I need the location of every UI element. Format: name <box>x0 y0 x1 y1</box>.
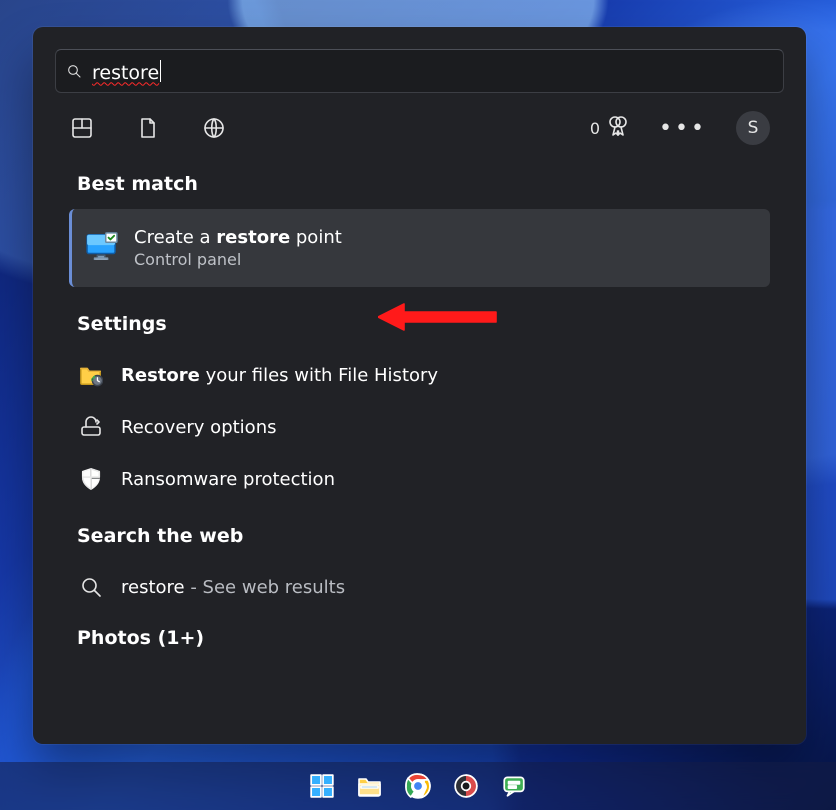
settings-result-recovery-options[interactable]: Recovery options <box>69 401 770 453</box>
avatar-initial: S <box>748 118 759 138</box>
settings-result-ransomware-protection[interactable]: Ransomware protection <box>69 453 770 505</box>
apps-filter-icon[interactable] <box>69 115 95 141</box>
recovery-icon <box>79 415 103 439</box>
section-header-web: Search the web <box>69 525 770 547</box>
start-search-panel: restore 0 ••• S Best match <box>33 27 806 744</box>
search-filter-toolbar: 0 ••• S <box>33 93 806 145</box>
section-header-photos: Photos (1+) <box>69 627 770 649</box>
chrome-icon[interactable] <box>405 773 431 799</box>
result-label: Restore your files with File History <box>121 365 438 386</box>
file-explorer-icon[interactable] <box>357 773 383 799</box>
result-label: Recovery options <box>121 417 276 438</box>
documents-filter-icon[interactable] <box>135 115 161 141</box>
search-icon <box>79 575 103 599</box>
search-icon <box>66 63 82 79</box>
best-match-subtitle: Control panel <box>134 250 342 269</box>
app-icon-circle[interactable] <box>453 773 479 799</box>
text-caret <box>160 60 161 82</box>
app-icon-chat[interactable] <box>501 773 527 799</box>
start-button[interactable] <box>309 773 335 799</box>
rewards-medal-icon <box>606 114 630 142</box>
system-properties-icon <box>86 232 118 264</box>
web-result-restore[interactable]: restore - See web results <box>69 561 770 613</box>
section-header-best-match: Best match <box>69 173 770 195</box>
best-match-result[interactable]: Create a restore point Control panel <box>69 209 770 287</box>
search-box[interactable]: restore <box>55 49 784 93</box>
result-label: restore - See web results <box>121 577 345 598</box>
result-label: Ransomware protection <box>121 469 335 490</box>
rewards-points[interactable]: 0 <box>590 114 630 142</box>
taskbar <box>0 762 836 810</box>
file-history-icon <box>79 363 103 387</box>
settings-result-file-history[interactable]: Restore your files with File History <box>69 349 770 401</box>
section-header-settings: Settings <box>69 313 770 335</box>
more-options-button[interactable]: ••• <box>670 115 696 141</box>
search-input[interactable]: restore <box>92 60 161 83</box>
best-match-title: Create a restore point <box>134 227 342 248</box>
web-filter-icon[interactable] <box>201 115 227 141</box>
ellipsis-icon: ••• <box>659 116 707 141</box>
rewards-count: 0 <box>590 119 600 138</box>
security-shield-icon <box>79 467 103 491</box>
account-avatar[interactable]: S <box>736 111 770 145</box>
